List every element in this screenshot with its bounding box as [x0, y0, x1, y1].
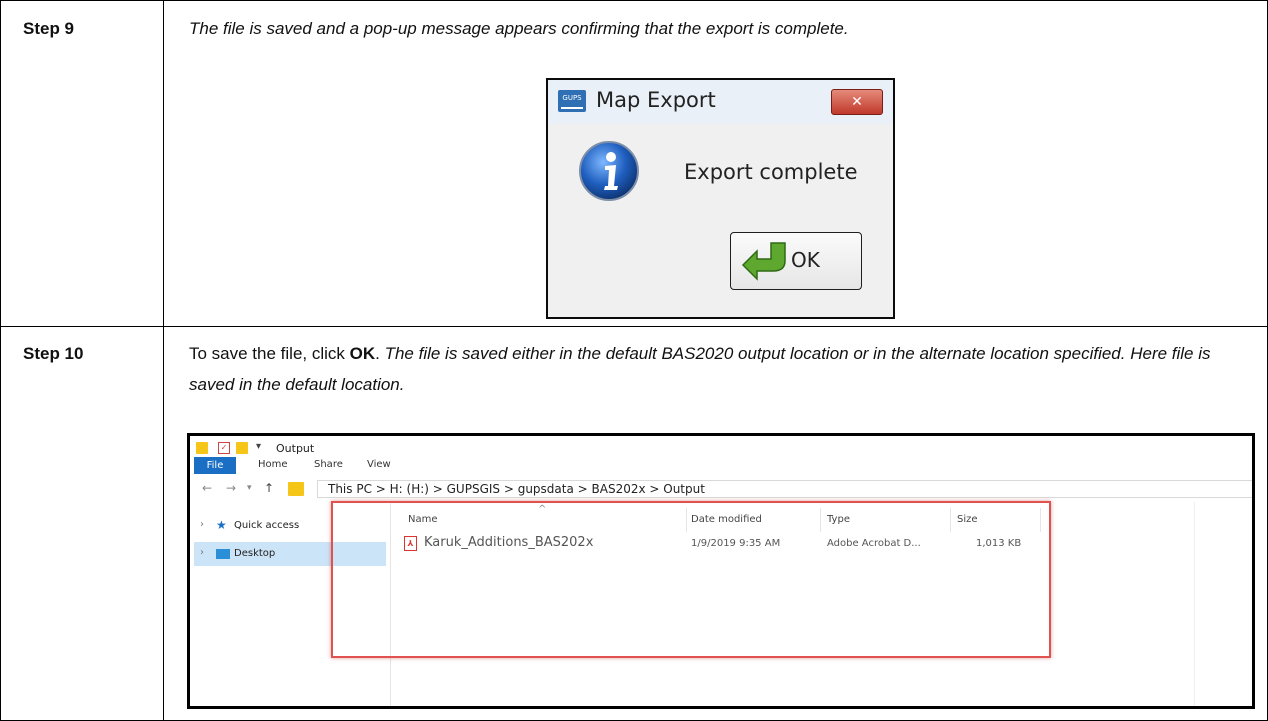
up-arrow-icon[interactable]: ↑ — [264, 481, 274, 495]
ribbon-tabs — [190, 456, 1252, 474]
tab-file[interactable]: File — [194, 457, 236, 474]
ok-emphasis: OK — [349, 344, 376, 363]
map-export-dialog: GUPS Map Export ✕ Export complete OK — [546, 78, 895, 319]
desktop-icon — [216, 549, 230, 559]
step-description: The file is saved and a pop-up message a… — [189, 13, 1249, 44]
tab-share[interactable]: Share — [314, 459, 343, 470]
step-label: Step 10 — [23, 344, 84, 363]
navigation-bar: ← → ▾ ↑ This PC > H: (H:) > GUPSGIS > gu… — [190, 476, 1252, 500]
file-explorer-window: ✓ ▾ Output File Home Share View ← → ▾ ↑ … — [187, 433, 1255, 709]
steps-table: Step 9 The file is saved and a pop-up me… — [0, 0, 1268, 721]
highlight-box — [331, 501, 1051, 658]
expand-chevron-icon[interactable]: › — [200, 519, 204, 530]
recent-locations-icon[interactable]: ▾ — [247, 483, 252, 493]
dialog-title: Map Export — [596, 88, 716, 112]
tab-home[interactable]: Home — [258, 459, 288, 470]
back-arrow-icon[interactable]: ← — [202, 481, 212, 495]
tab-view[interactable]: View — [367, 459, 391, 470]
customize-dropdown-icon[interactable]: ▾ — [256, 441, 261, 452]
gups-app-icon: GUPS — [558, 90, 586, 112]
pane-divider — [1194, 502, 1195, 706]
window-title: Output — [276, 442, 315, 455]
ok-button[interactable]: OK — [730, 232, 862, 290]
dialog-message: Export complete — [684, 160, 858, 184]
row-divider — [1, 326, 1267, 327]
nav-item-label: Quick access — [234, 520, 300, 531]
expand-chevron-icon[interactable]: › — [200, 547, 204, 558]
new-folder-icon[interactable] — [236, 442, 248, 454]
step-description-italic: The file is saved and a pop-up message a… — [189, 19, 849, 38]
forward-arrow-icon[interactable]: → — [226, 481, 236, 495]
step-description-period: . — [375, 344, 385, 363]
column-divider — [163, 1, 164, 720]
nav-item-label: Desktop — [234, 548, 276, 559]
address-path: This PC > H: (H:) > GUPSGIS > gupsdata >… — [328, 482, 705, 496]
dialog-titlebar: GUPS Map Export ✕ — [548, 80, 893, 124]
info-icon — [579, 141, 639, 201]
ok-label: OK — [791, 248, 820, 272]
folder-icon — [196, 442, 208, 454]
properties-icon[interactable]: ✓ — [218, 442, 230, 454]
step-label: Step 9 — [23, 19, 75, 38]
close-button[interactable]: ✕ — [831, 89, 883, 115]
address-bar[interactable]: This PC > H: (H:) > GUPSGIS > gupsdata >… — [317, 480, 1252, 498]
location-folder-icon — [288, 482, 304, 496]
star-icon: ★ — [216, 518, 227, 532]
green-arrow-icon — [741, 242, 786, 281]
step-description: To save the file, click OK. The file is … — [189, 338, 1249, 400]
step-description-text: To save the file, click — [189, 344, 350, 363]
